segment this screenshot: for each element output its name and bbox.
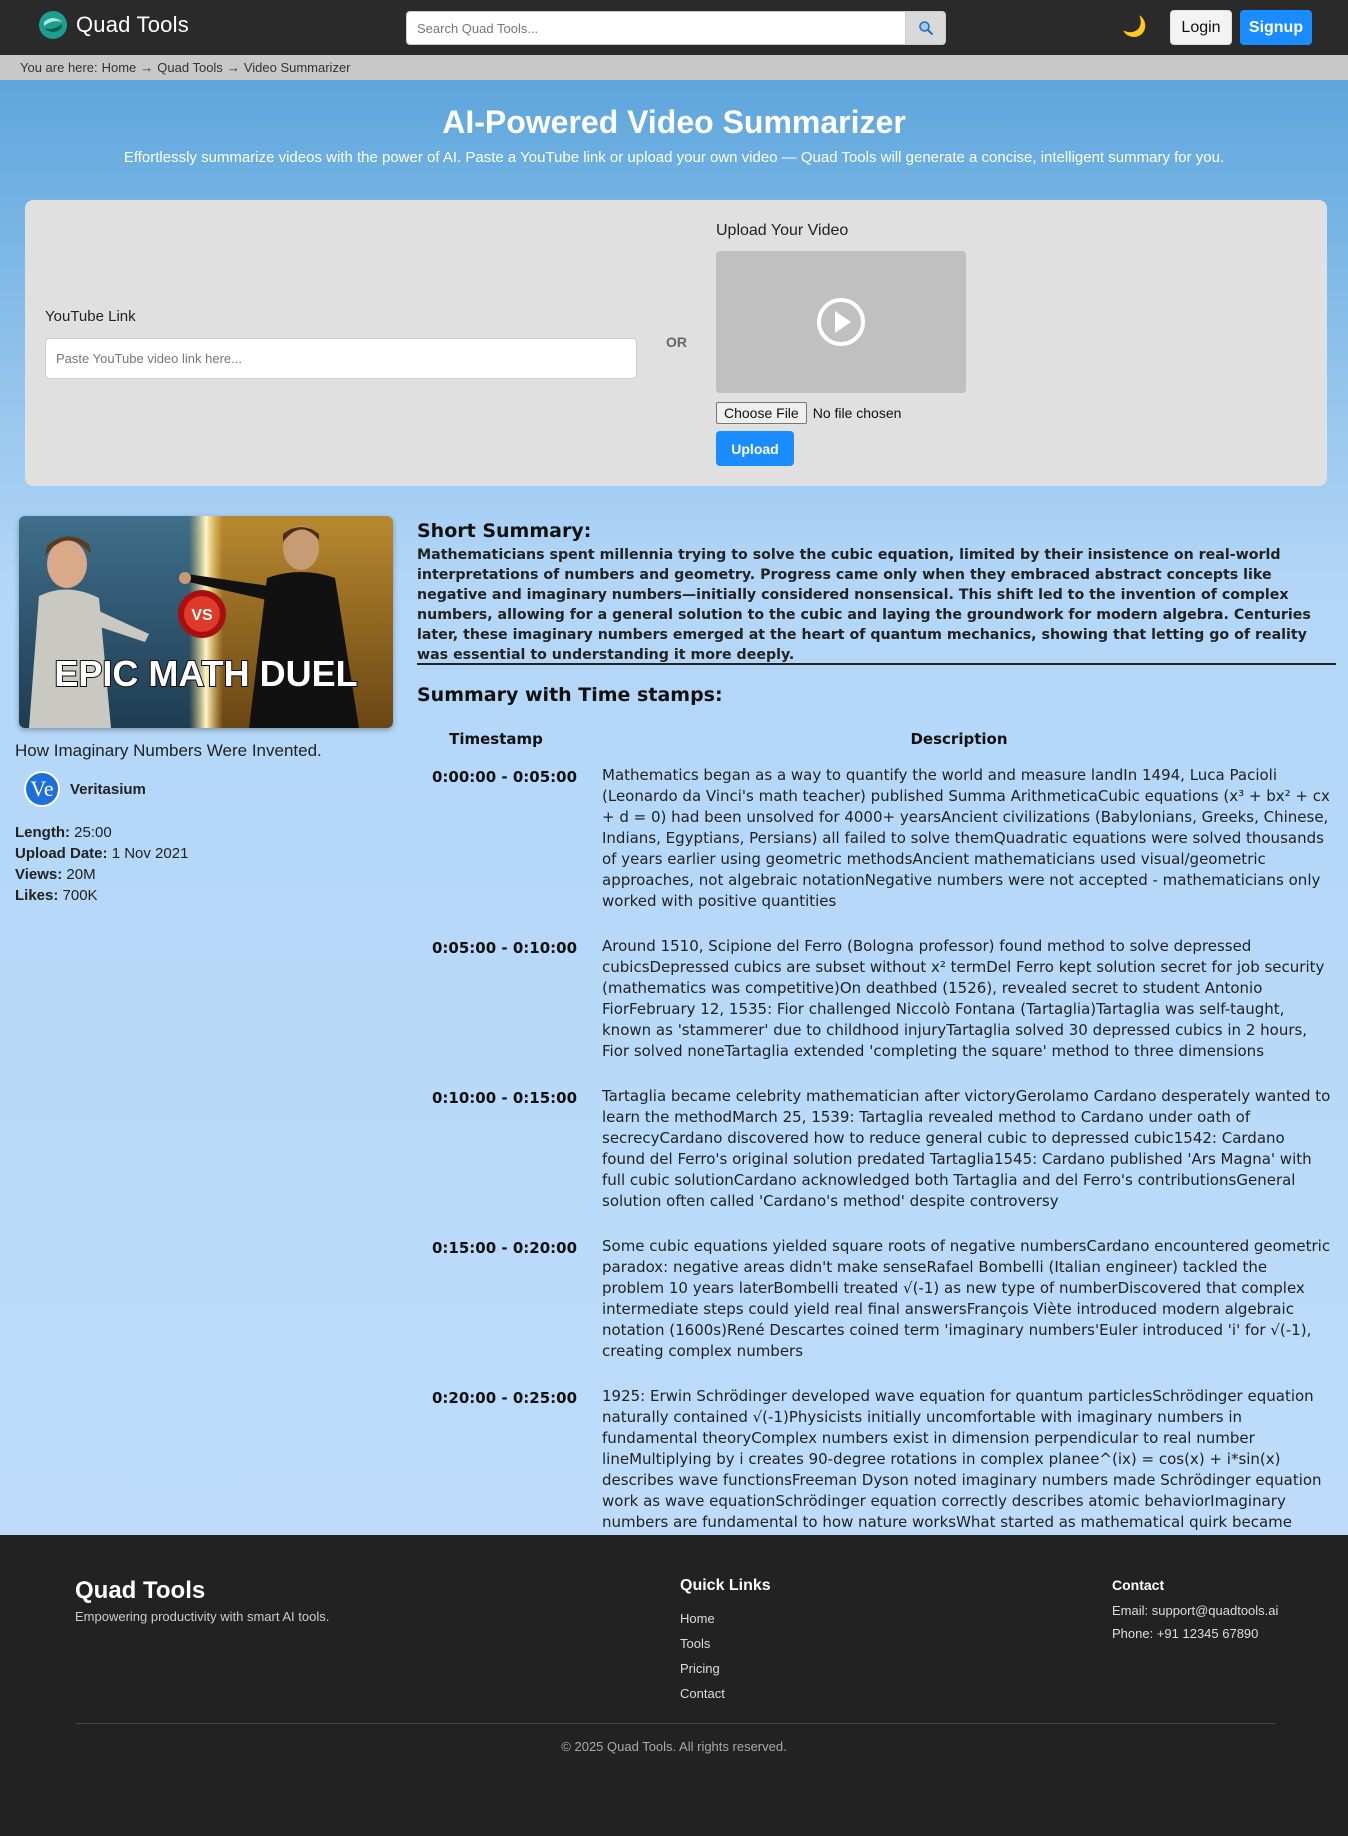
breadcrumb-separator: → [140,60,154,75]
video-meta: Length: 25:00 Upload Date: 1 Nov 2021 Vi… [15,822,188,906]
page-title: AI-Powered Video Summarizer [442,104,906,140]
quick-links-heading: Quick Links [680,1577,771,1594]
footer-link-home[interactable]: Home [680,1606,725,1631]
video-title: How Imaginary Numbers Were Invented. [15,741,322,760]
column-header-timestamp: Timestamp [449,730,543,748]
moon-icon[interactable]: 🌙 [1122,14,1147,38]
search-bar [406,11,946,45]
thumbnail-title: EPIC MATH DUEL [54,653,357,694]
row-description: Around 1510, Scipione del Ferro (Bologna… [602,937,1325,1060]
signup-button[interactable]: Signup [1240,10,1312,45]
contact-email[interactable]: Email: support@quadtools.ai [1112,1599,1278,1622]
table-row: 0:05:00 - 0:10:00 Around 1510, Scipione … [417,936,1335,1062]
page: Quad Tools 🌙 Login Signup You are here: … [0,0,1348,1836]
views-value: 20M [66,866,96,883]
footer-divider [75,1723,1275,1724]
row-timestamp: 0:05:00 - 0:10:00 [431,939,578,957]
column-header-description: Description [910,730,1008,748]
search-input[interactable] [406,11,906,45]
views-label: Views: [15,866,63,883]
contact-phone: Phone: +91 12345 67890 [1112,1626,1259,1641]
short-summary-heading: Short Summary: [417,520,592,542]
divider [417,663,1336,665]
brand[interactable]: Quad Tools [38,10,189,40]
row-timestamp: 0:00:00 - 0:05:00 [431,768,578,786]
likes-label: Likes: [15,887,59,904]
breadcrumb: You are here: Home → Quad Tools → Video … [0,55,1348,80]
footer-tagline: Empowering productivity with smart AI to… [75,1609,330,1624]
channel-info[interactable]: Ve Veritasium [24,771,146,807]
row-description: Tartaglia became celebrity mathematician… [602,1087,1331,1210]
upload-button[interactable]: Upload [716,431,794,466]
timestamps-table: Timestamp Description 0:00:00 - 0:05:00 … [417,730,1335,1578]
footer-link-contact[interactable]: Contact [680,1681,725,1706]
upload-video-label: Upload Your Video [716,222,849,239]
breadcrumb-prefix: You are here: [20,60,98,75]
main-content: AI-Powered Video Summarizer Effortlessly… [0,80,1348,1552]
row-description: 1925: Erwin Schrödinger developed wave e… [602,1387,1322,1552]
video-length: Length: 25:00 [15,822,188,843]
youtube-link-label: YouTube Link [45,308,136,325]
table-row: 0:15:00 - 0:20:00 Some cubic equations y… [417,1236,1335,1362]
thumbnail-image: VS EPIC MATH DUEL [19,516,393,728]
breadcrumb-quad-tools[interactable]: Quad Tools [157,60,223,75]
breadcrumb-current: Video Summarizer [243,60,351,75]
search-icon [918,21,933,36]
row-timestamp: 0:20:00 - 0:25:00 [431,1389,578,1407]
row-description: Mathematics began as a way to quantify t… [602,766,1330,910]
table-row: 0:10:00 - 0:15:00 Tartaglia became celeb… [417,1086,1335,1212]
row-description: Some cubic equations yielded square root… [602,1237,1331,1360]
file-picker: Choose File No file chosen [716,402,901,424]
likes-value: 700K [62,887,98,904]
input-card: YouTube Link OR Upload Your Video Choose… [25,200,1327,486]
length-label: Length: [15,824,70,841]
table-row: 0:20:00 - 0:25:00 1925: Erwin Schrödinge… [417,1386,1335,1554]
breadcrumb-separator: → [226,60,240,75]
footer-link-pricing[interactable]: Pricing [680,1656,725,1681]
breadcrumb-home[interactable]: Home [102,60,137,75]
search-button[interactable] [906,11,946,45]
timestamps-heading: Summary with Time stamps: [417,684,723,706]
contact-heading: Contact [1112,1577,1165,1593]
upload-preview[interactable] [716,251,966,393]
row-timestamp: 0:15:00 - 0:20:00 [431,1239,578,1257]
short-summary-text: Mathematicians spent millennia trying to… [417,547,1311,663]
upload-date-value: 1 Nov 2021 [111,845,189,862]
footer-link-tools[interactable]: Tools [680,1631,725,1656]
channel-avatar: Ve [24,771,60,807]
file-status: No file chosen [812,405,902,421]
brand-name: Quad Tools [76,12,189,37]
table-row: 0:00:00 - 0:05:00 Mathematics began as a… [417,765,1335,912]
or-divider: OR [666,334,687,350]
video-views: Views: 20M [15,864,188,885]
video-likes: Likes: 700K [15,885,188,906]
upload-date-label: Upload Date: [15,845,108,862]
play-icon [817,298,865,346]
svg-text:VS: VS [191,607,213,624]
page-subtitle: Effortlessly summarize videos with the p… [123,149,1225,166]
quick-links: Home Tools Pricing Contact [680,1606,725,1706]
login-button[interactable]: Login [1170,10,1232,45]
video-thumbnail[interactable]: VS EPIC MATH DUEL [19,516,393,728]
length-value: 25:00 [74,824,112,841]
navbar: Quad Tools 🌙 Login Signup [0,0,1348,55]
row-timestamp: 0:10:00 - 0:15:00 [431,1089,578,1107]
copyright: © 2025 Quad Tools. All rights reserved. [561,1739,787,1754]
channel-name: Veritasium [70,780,146,798]
choose-file-button[interactable]: Choose File [716,402,807,424]
footer: Quad Tools Empowering productivity with … [0,1535,1348,1836]
footer-brand: Quad Tools [75,1577,206,1604]
video-upload-date: Upload Date: 1 Nov 2021 [15,843,188,864]
youtube-link-input[interactable] [45,338,637,379]
table-header: Timestamp Description [417,730,1335,765]
quad-tools-logo-icon [39,11,67,39]
contact-info: Email: support@quadtools.ai Phone: +91 1… [1112,1599,1278,1645]
